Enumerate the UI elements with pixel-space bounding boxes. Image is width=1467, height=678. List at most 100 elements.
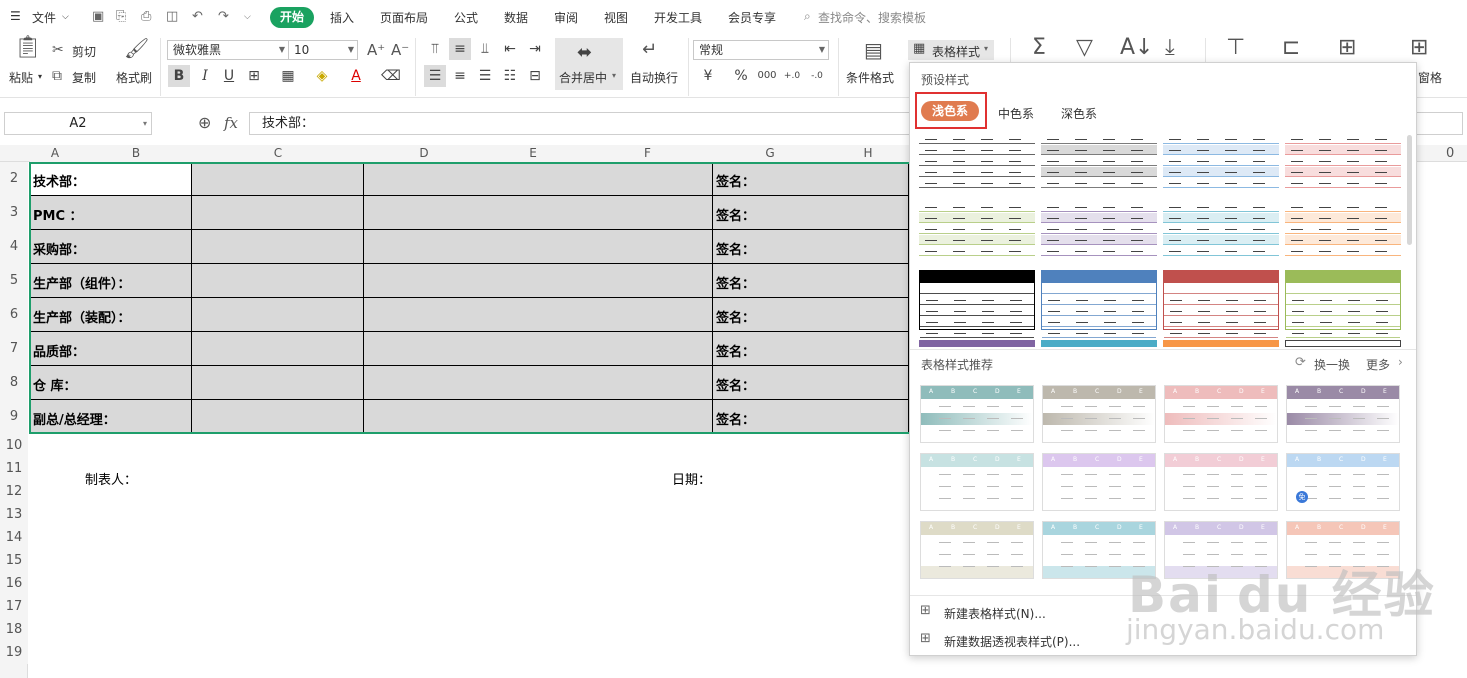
column-header-h[interactable]: H [827,145,909,162]
preset-style-thumbnail[interactable] [1285,133,1401,193]
recommended-style-thumbnail[interactable]: A B C D E [920,521,1034,579]
row-header[interactable]: 8 [0,366,28,400]
copy-icon[interactable]: ⧉ [52,68,62,84]
decrease-decimal-icon[interactable]: -.0 [806,65,828,87]
table-cell[interactable] [192,332,364,366]
recommended-style-thumbnail[interactable]: A B C D E [1286,385,1400,443]
table-cell[interactable] [192,366,364,400]
preset-style-thumbnail[interactable] [1285,340,1401,347]
merge-center-button[interactable]: ⬌ 合并居中 ▾ [555,38,623,90]
preset-style-thumbnail[interactable] [1163,340,1279,347]
column-header-e[interactable]: E [484,145,582,162]
column-header-a[interactable]: A [30,145,80,162]
chevron-down-icon[interactable]: ⌵ [244,12,251,22]
font-color-icon[interactable]: A [345,65,367,87]
row-header[interactable]: 6 [0,298,28,332]
table-cell[interactable] [364,230,713,264]
decrease-indent-icon[interactable]: ⇤ [499,38,521,60]
print-icon[interactable]: ⎙ [141,9,151,24]
save-icon[interactable]: ▣ [92,9,104,24]
recommended-style-thumbnail[interactable]: A B C D E 免 [1286,453,1400,511]
column-header-f[interactable]: F [582,145,713,162]
align-center-icon[interactable]: ≡ [449,65,471,87]
preset-style-thumbnail[interactable] [1285,270,1401,338]
refresh-button[interactable]: 换一换 [1314,356,1350,373]
tab-light-styles[interactable]: 浅色系 [921,101,979,121]
conditional-format-button[interactable]: 条件格式 [846,69,894,86]
conditional-format-icon[interactable]: ▤ [864,40,883,60]
recommended-style-thumbnail[interactable]: A B C D E [1164,453,1278,511]
clear-format-icon[interactable]: ⌫ [380,65,402,87]
align-middle-icon[interactable]: ≡ [449,38,471,60]
undo-icon[interactable]: ↶ [192,9,203,24]
chevron-down-icon[interactable]: ⌵ [62,12,69,22]
file-menu[interactable]: 文件 [32,9,56,26]
table-icon[interactable]: ⊞ [1338,37,1356,59]
align-bottom-icon[interactable]: ⫫ [474,38,496,60]
column-header-c[interactable]: C [192,145,364,162]
output-icon[interactable]: ⎘ [116,9,126,24]
shrink-font-icon[interactable]: A⁻ [391,42,409,58]
percent-icon[interactable]: % [730,65,752,87]
command-search[interactable]: 查找命令、搜索模板 [818,9,926,26]
align-right-icon[interactable]: ☰ [474,65,496,87]
recommended-style-thumbnail[interactable]: A B C D E [1042,453,1156,511]
increase-indent-icon[interactable]: ⇥ [524,38,546,60]
column-header-g[interactable]: G [713,145,827,162]
tab-member[interactable]: 会员专享 [728,9,776,26]
chevron-right-icon[interactable]: › [1398,355,1403,369]
row-header[interactable]: 12 [0,480,28,503]
row-header[interactable]: 19 [0,641,28,664]
table-cell[interactable] [364,196,713,230]
preset-style-thumbnail[interactable] [919,201,1035,261]
tab-data[interactable]: 数据 [504,9,528,26]
wrap-text-button[interactable]: 自动换行 [630,69,678,86]
font-name-select[interactable]: 微软雅黑 ▼ [167,40,289,60]
table-cell[interactable] [364,332,713,366]
row-header[interactable]: 10 [0,434,28,457]
fill-color-icon[interactable]: ◈ [311,65,333,87]
underline-button[interactable]: U [218,65,240,87]
number-format-select[interactable]: 常规 ▼ [693,40,829,60]
recommended-style-thumbnail[interactable]: A B C D E [1164,385,1278,443]
tab-review[interactable]: 审阅 [554,9,578,26]
table-cell[interactable] [364,298,713,332]
align-top-icon[interactable]: ⫪ [424,38,446,60]
table-cell[interactable] [364,366,713,400]
tab-view[interactable]: 视图 [604,9,628,26]
new-table-style-button[interactable]: 新建表格样式(N)... [944,605,1046,622]
scissors-icon[interactable]: ✂ [52,42,64,58]
preset-style-thumbnail[interactable] [1163,201,1279,261]
redo-icon[interactable]: ↷ [218,9,229,24]
justify-icon[interactable]: ☷ [499,65,521,87]
table-cell[interactable] [192,162,364,196]
thousands-icon[interactable]: 000 [756,65,778,87]
column-header-d[interactable]: D [364,145,484,162]
fill-pattern-icon[interactable]: ▦ [277,65,299,87]
border-icon[interactable]: ⊞ [243,65,265,87]
filter-icon[interactable]: ▽ [1076,37,1093,59]
align-left-icon[interactable]: ☰ [424,65,446,87]
row-header[interactable]: 18 [0,618,28,641]
format-painter-button[interactable]: 格式刷 [116,69,152,86]
column-header-b[interactable]: B [80,145,192,162]
row-header[interactable]: 2 [0,162,28,196]
sum-icon[interactable]: Σ [1032,37,1046,59]
preset-style-thumbnail[interactable] [1163,133,1279,193]
zoom-icon[interactable]: ⊕ [198,113,211,132]
tab-developer[interactable]: 开发工具 [654,9,702,26]
refresh-icon[interactable]: ⟳ [1295,355,1306,370]
recommended-style-thumbnail[interactable]: A B C D E [920,453,1034,511]
tab-medium-styles[interactable]: 中色系 [998,105,1034,122]
paste-icon[interactable]: 📋︎ [14,37,42,59]
tab-formulas[interactable]: 公式 [454,9,478,26]
preset-style-thumbnail[interactable] [1041,340,1157,347]
table-style-button[interactable]: ▦ 表格样式 ▾ [908,40,994,60]
row-header[interactable]: 5 [0,264,28,298]
tab-home[interactable]: 开始 [270,7,314,28]
font-size-select[interactable]: 10 ▼ [288,40,358,60]
preset-style-thumbnail[interactable] [1041,201,1157,261]
row-header[interactable]: 3 [0,196,28,230]
copy-button[interactable]: 复制 [72,69,96,86]
chevron-down-icon[interactable]: ▾ [38,72,42,81]
